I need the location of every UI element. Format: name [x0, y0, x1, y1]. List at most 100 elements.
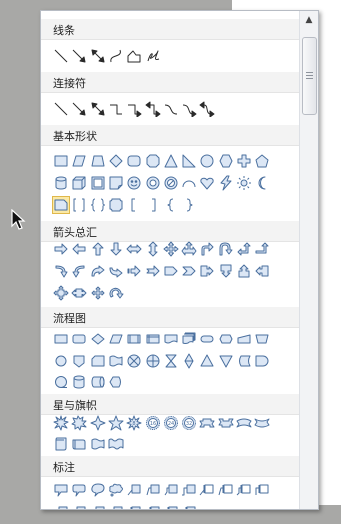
plaque-icon[interactable] — [108, 197, 124, 213]
donut-icon[interactable] — [145, 175, 161, 191]
merge-icon[interactable] — [218, 353, 234, 369]
heart-icon[interactable] — [199, 175, 215, 191]
scroll-h-icon[interactable] — [71, 436, 87, 452]
highlighted-snip-icon[interactable] — [52, 196, 70, 214]
left-arrow-icon[interactable] — [71, 241, 87, 257]
quad-callout-icon[interactable] — [53, 285, 69, 301]
double-wave-icon[interactable] — [108, 436, 124, 452]
ab1-icon[interactable] — [126, 504, 142, 509]
accent1-icon[interactable] — [199, 482, 215, 498]
lr-callout-icon[interactable] — [71, 285, 87, 301]
lightning-icon[interactable] — [218, 175, 234, 191]
terminator-icon[interactable] — [199, 331, 215, 347]
star5-icon[interactable] — [108, 415, 124, 431]
alt-process-icon[interactable] — [71, 331, 87, 347]
bent-up-icon[interactable] — [254, 241, 270, 257]
down-arrow-icon[interactable] — [108, 241, 124, 257]
border3-icon[interactable] — [90, 504, 106, 509]
line-icon[interactable] — [53, 101, 69, 117]
left-callout-icon[interactable] — [254, 263, 270, 279]
explosion2-icon[interactable] — [71, 415, 87, 431]
stored-icon[interactable] — [236, 353, 252, 369]
folded-icon[interactable] — [108, 175, 124, 191]
freeform-icon[interactable] — [126, 48, 142, 64]
trapezoid-icon[interactable] — [90, 153, 106, 169]
border2-icon[interactable] — [71, 504, 87, 509]
document-icon[interactable] — [163, 331, 179, 347]
sun-icon[interactable] — [236, 175, 252, 191]
wave-icon[interactable] — [90, 436, 106, 452]
seq-storage-icon[interactable] — [53, 374, 69, 390]
accent3-icon[interactable] — [236, 482, 252, 498]
up-callout-icon[interactable] — [236, 263, 252, 279]
up-arrow-icon[interactable] — [90, 241, 106, 257]
decision-icon[interactable] — [90, 331, 106, 347]
prep-icon[interactable] — [218, 331, 234, 347]
sort-icon[interactable] — [181, 353, 197, 369]
left-up-icon[interactable] — [236, 241, 252, 257]
or-icon[interactable] — [145, 353, 161, 369]
down-callout-icon[interactable] — [218, 263, 234, 279]
round-callout-icon[interactable] — [71, 482, 87, 498]
double-arrow-icon[interactable] — [90, 48, 106, 64]
direct-storage-icon[interactable] — [90, 374, 106, 390]
line-callout4-icon[interactable] — [181, 482, 197, 498]
cloud-callout-icon[interactable] — [108, 482, 124, 498]
vertical-scrollbar[interactable]: ▲ — [299, 11, 318, 509]
ab2-icon[interactable] — [145, 504, 161, 509]
star24-icon[interactable]: 24 — [163, 415, 179, 431]
collate-icon[interactable] — [163, 353, 179, 369]
parallelogram-icon[interactable] — [71, 153, 87, 169]
circle-icon[interactable] — [199, 153, 215, 169]
accent4-icon[interactable] — [254, 482, 270, 498]
smiley-icon[interactable] — [126, 175, 142, 191]
striped-icon[interactable] — [126, 263, 142, 279]
quad-arrow-icon[interactable] — [163, 241, 179, 257]
lr-arrow-icon[interactable] — [126, 241, 142, 257]
chevron-icon[interactable] — [181, 263, 197, 279]
moon-icon[interactable] — [254, 175, 270, 191]
lru-arrow-icon[interactable] — [181, 241, 197, 257]
curved-ribbon-up-icon[interactable] — [236, 415, 252, 431]
ud-arrow-icon[interactable] — [145, 241, 161, 257]
pentagon-arrow-icon[interactable] — [163, 263, 179, 279]
circular-arrow-icon[interactable] — [108, 285, 124, 301]
arrow-icon[interactable] — [71, 101, 87, 117]
rect-callout-icon[interactable] — [53, 482, 69, 498]
ab3-icon[interactable] — [163, 504, 179, 509]
triangle-icon[interactable] — [163, 153, 179, 169]
star8-icon[interactable]: 8 — [126, 415, 142, 431]
curved-down-icon[interactable] — [108, 263, 124, 279]
right-triangle-icon[interactable] — [181, 153, 197, 169]
manual-input-icon[interactable] — [236, 331, 252, 347]
extract-icon[interactable] — [199, 353, 215, 369]
double-arrow-icon[interactable] — [90, 101, 106, 117]
arrow-icon[interactable] — [71, 48, 87, 64]
rect-icon[interactable] — [53, 153, 69, 169]
curved-left-icon[interactable] — [71, 263, 87, 279]
offpage-icon[interactable] — [71, 353, 87, 369]
scroll-up-icon[interactable]: ▲ — [303, 14, 315, 26]
punched-icon[interactable] — [108, 353, 124, 369]
explosion1-icon[interactable] — [53, 415, 69, 431]
right-brace-icon[interactable] — [181, 197, 197, 213]
line-callout1-icon[interactable] — [126, 482, 142, 498]
process-icon[interactable] — [53, 331, 69, 347]
quad-small-icon[interactable] — [90, 285, 106, 301]
curved-arrow-icon[interactable] — [181, 101, 197, 117]
pentagon-icon[interactable] — [254, 153, 270, 169]
manual-op-icon[interactable] — [254, 331, 270, 347]
curved-up-icon[interactable] — [90, 263, 106, 279]
curved-ribbon-down-icon[interactable] — [254, 415, 270, 431]
right-callout-icon[interactable] — [199, 263, 215, 279]
arc-icon[interactable] — [181, 175, 197, 191]
accent2-icon[interactable] — [218, 482, 234, 498]
rounded-rect-icon[interactable] — [126, 153, 142, 169]
data-icon[interactable] — [108, 331, 124, 347]
ribbon-down-icon[interactable] — [218, 415, 234, 431]
right-bracket-icon[interactable] — [145, 197, 161, 213]
u-turn-icon[interactable] — [218, 241, 234, 257]
star32-icon[interactable]: 32 — [181, 415, 197, 431]
diamond-icon[interactable] — [108, 153, 124, 169]
elbow-double-icon[interactable] — [145, 101, 161, 117]
